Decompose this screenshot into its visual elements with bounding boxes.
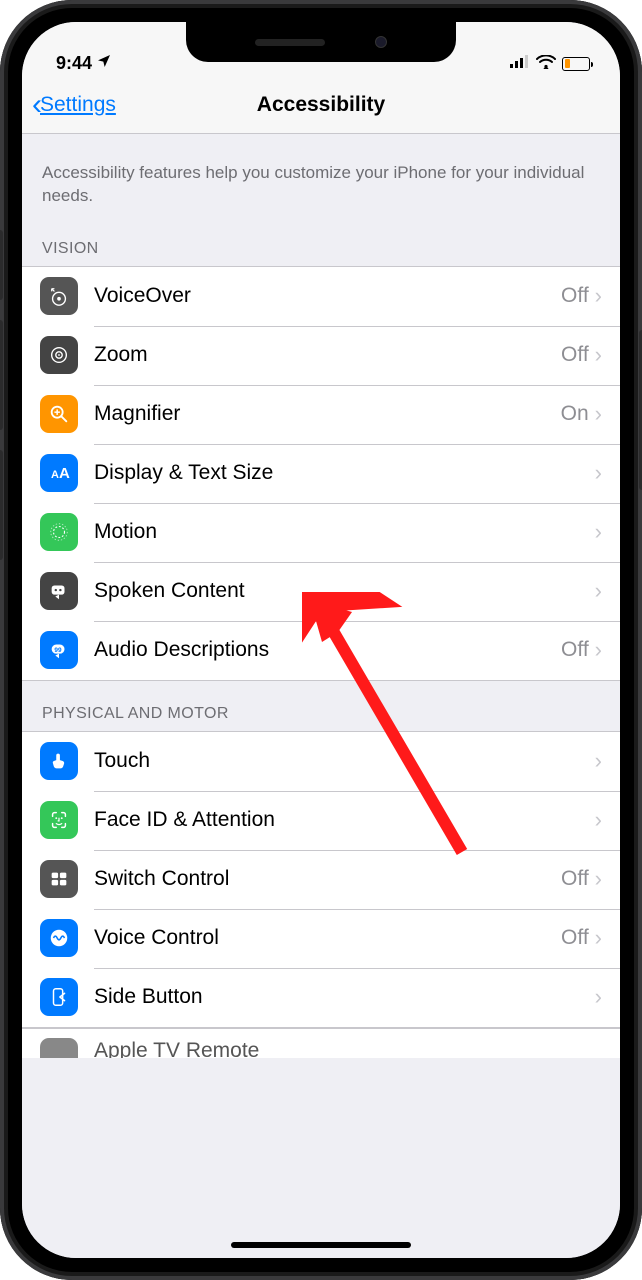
back-label: Settings [40, 93, 116, 117]
row-value: Off [561, 343, 589, 367]
status-time: 9:44 [56, 53, 92, 74]
text-size-icon: AA [40, 454, 78, 492]
volume-down-button [0, 450, 3, 560]
row-magnifier[interactable]: Magnifier On › [22, 385, 620, 444]
settings-content[interactable]: Accessibility features help you customiz… [22, 134, 620, 1258]
nav-bar: ‹ Settings Accessibility [22, 76, 620, 134]
row-apple-tv-remote[interactable]: Apple TV Remote [22, 1028, 620, 1058]
face-id-icon [40, 801, 78, 839]
row-label: Audio Descriptions [94, 638, 561, 662]
back-button[interactable]: ‹ Settings [22, 88, 116, 122]
phone-frame: 9:44 ‹ Settings Accessibility [0, 0, 642, 1280]
chevron-right-icon: › [595, 460, 602, 486]
magnifier-icon [40, 395, 78, 433]
row-value: Off [561, 638, 589, 662]
row-zoom[interactable]: Zoom Off › [22, 326, 620, 385]
chevron-right-icon: › [595, 748, 602, 774]
battery-icon [562, 57, 590, 71]
row-label: Display & Text Size [94, 461, 595, 485]
chevron-right-icon: › [595, 283, 602, 309]
chevron-right-icon: › [595, 519, 602, 545]
apple-tv-remote-icon [40, 1038, 78, 1058]
row-side-button[interactable]: Side Button › [22, 968, 620, 1027]
accessibility-description: Accessibility features help you customiz… [22, 134, 620, 216]
row-value: On [561, 402, 589, 426]
row-value: Off [561, 926, 589, 950]
section-header-physical: PHYSICAL AND MOTOR [22, 681, 620, 731]
row-label: Zoom [94, 343, 561, 367]
notch [186, 22, 456, 62]
row-label: Side Button [94, 985, 595, 1009]
row-label: Touch [94, 749, 595, 773]
row-label: Apple TV Remote [94, 1039, 602, 1058]
side-button-icon [40, 978, 78, 1016]
motion-icon [40, 513, 78, 551]
chevron-right-icon: › [595, 807, 602, 833]
row-label: Magnifier [94, 402, 561, 426]
row-spoken-content[interactable]: Spoken Content › [22, 562, 620, 621]
chevron-right-icon: › [595, 984, 602, 1010]
row-motion[interactable]: Motion › [22, 503, 620, 562]
voice-control-icon [40, 919, 78, 957]
chevron-right-icon: › [595, 866, 602, 892]
row-face-id[interactable]: Face ID & Attention › [22, 791, 620, 850]
row-label: Spoken Content [94, 579, 595, 603]
row-label: Face ID & Attention [94, 808, 595, 832]
chevron-right-icon: › [595, 637, 602, 663]
row-label: Switch Control [94, 867, 561, 891]
switch-control-icon [40, 860, 78, 898]
voiceover-icon [40, 277, 78, 315]
physical-group: Touch › Face ID & Attention › Switch Con… [22, 731, 620, 1028]
row-label: Motion [94, 520, 595, 544]
zoom-icon [40, 336, 78, 374]
mute-switch [0, 230, 3, 300]
volume-up-button [0, 320, 3, 430]
row-value: Off [561, 867, 589, 891]
row-label: VoiceOver [94, 284, 561, 308]
home-indicator[interactable] [231, 1242, 411, 1248]
wifi-icon [536, 53, 556, 74]
row-label: Voice Control [94, 926, 561, 950]
vision-group: VoiceOver Off › Zoom Off › Magni [22, 266, 620, 681]
location-icon [96, 53, 112, 74]
row-voice-control[interactable]: Voice Control Off › [22, 909, 620, 968]
row-touch[interactable]: Touch › [22, 732, 620, 791]
chevron-right-icon: › [595, 578, 602, 604]
chevron-right-icon: › [595, 342, 602, 368]
svg-text:A: A [59, 465, 70, 482]
touch-icon [40, 742, 78, 780]
audio-descriptions-icon: 99 [40, 631, 78, 669]
spoken-content-icon [40, 572, 78, 610]
row-display-text-size[interactable]: AA Display & Text Size › [22, 444, 620, 503]
svg-text:A: A [51, 469, 59, 481]
section-header-vision: VISION [22, 216, 620, 266]
row-voiceover[interactable]: VoiceOver Off › [22, 267, 620, 326]
chevron-right-icon: › [595, 925, 602, 951]
cellular-icon [510, 53, 530, 74]
chevron-right-icon: › [595, 401, 602, 427]
row-audio-descriptions[interactable]: 99 Audio Descriptions Off › [22, 621, 620, 680]
row-value: Off [561, 284, 589, 308]
row-switch-control[interactable]: Switch Control Off › [22, 850, 620, 909]
svg-text:99: 99 [54, 647, 62, 654]
